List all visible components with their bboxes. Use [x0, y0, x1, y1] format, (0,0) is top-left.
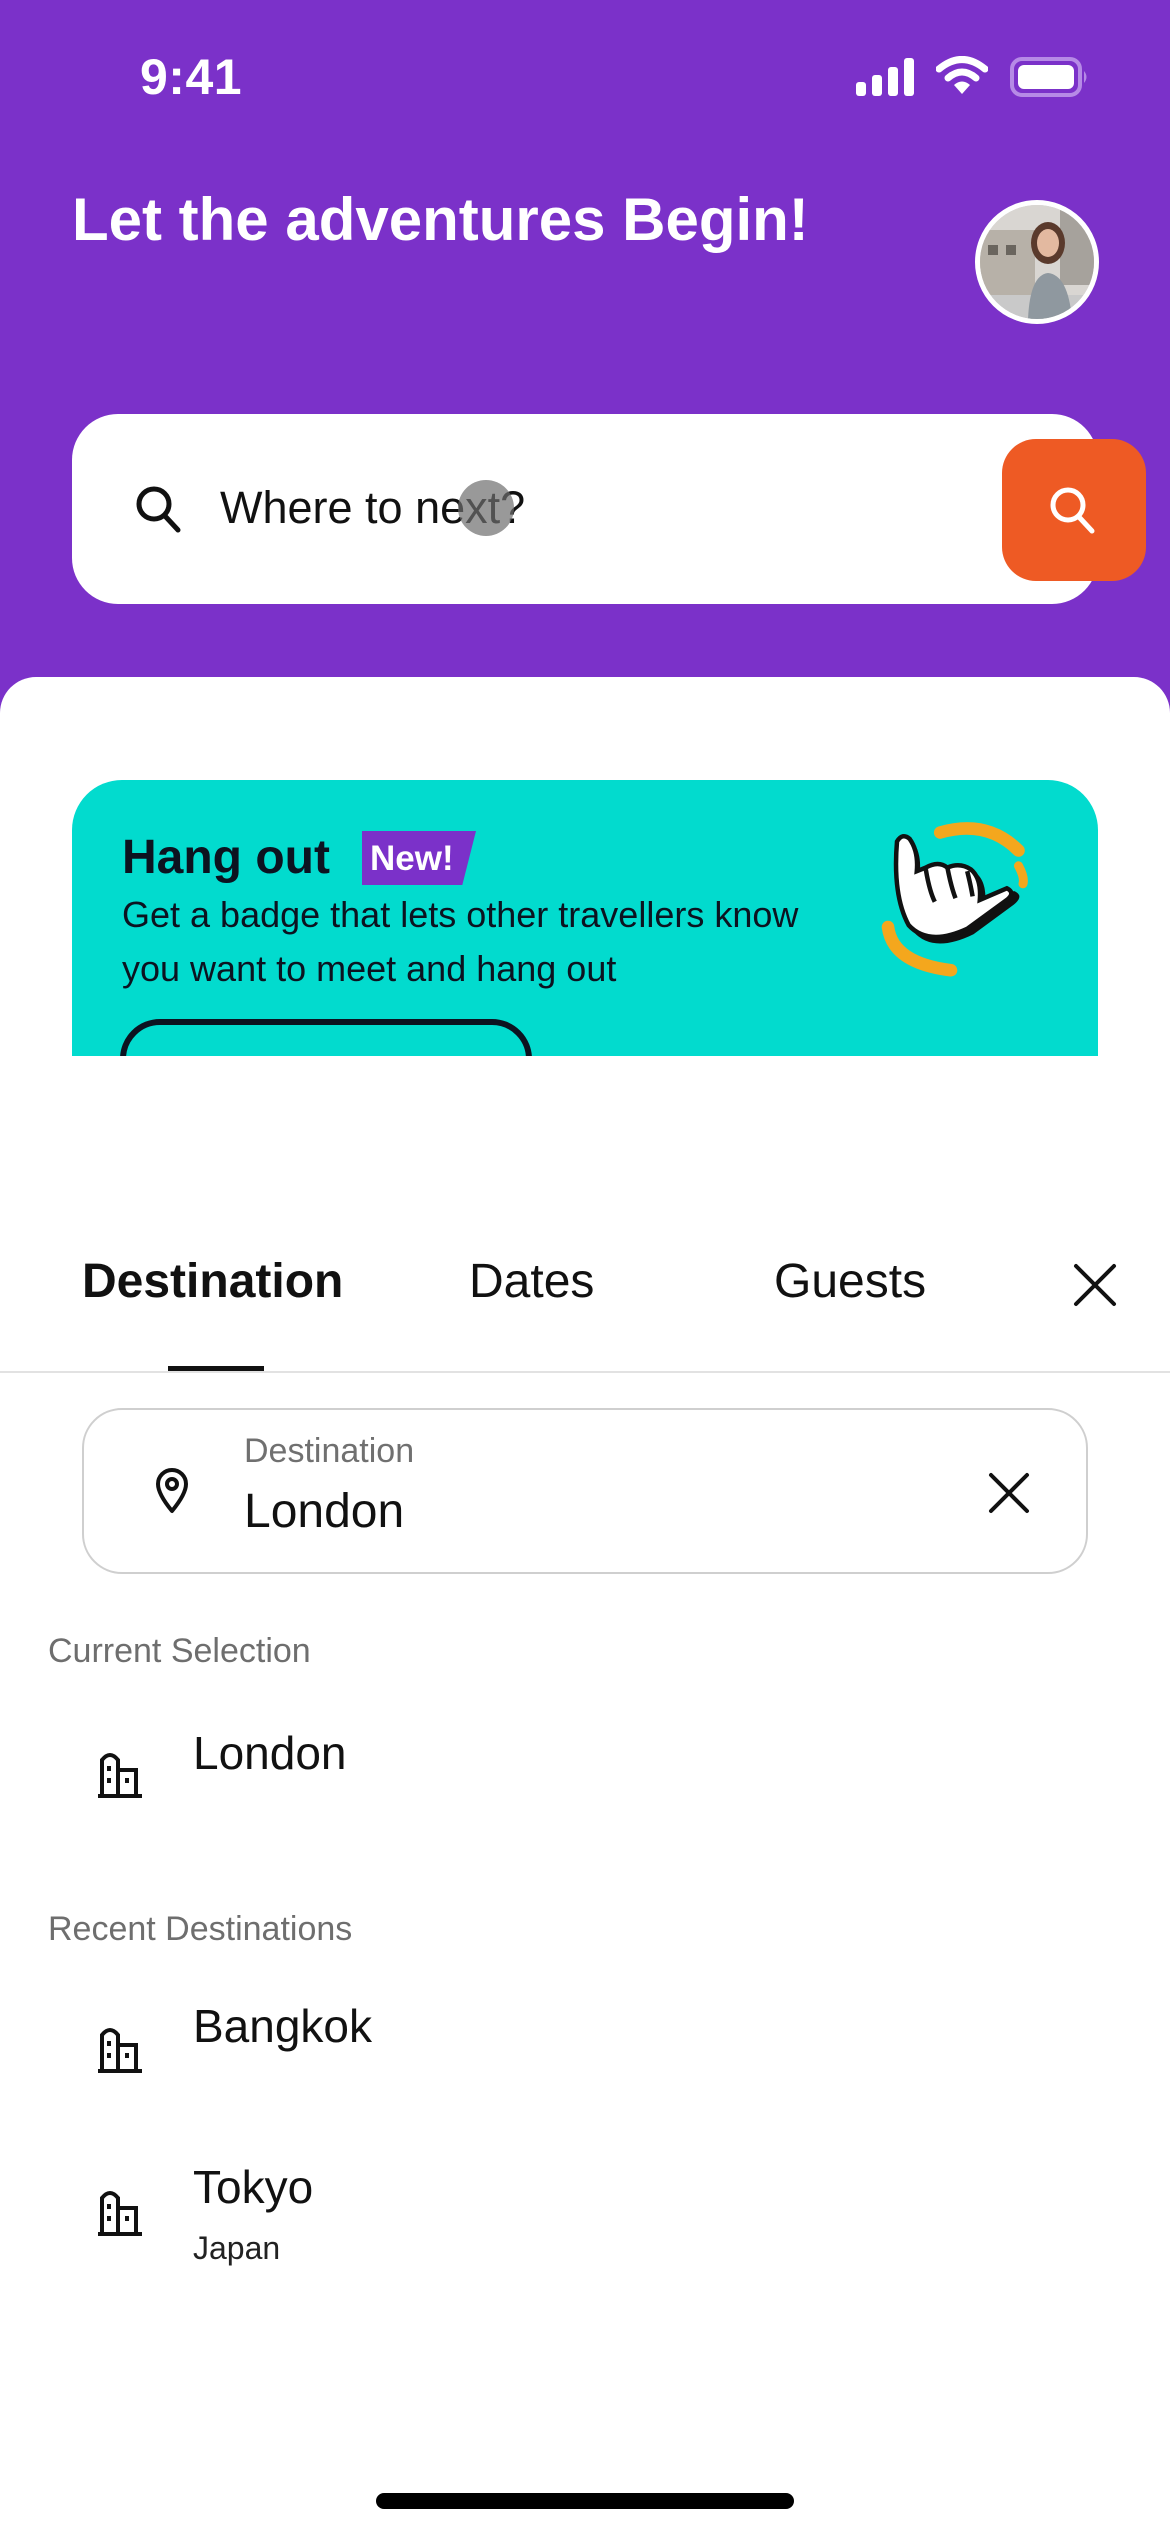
page-title: Let the adventures Begin!	[72, 186, 809, 253]
tab-destination[interactable]: Destination	[82, 1254, 343, 1309]
battery-icon	[1010, 57, 1087, 97]
signal-icon	[856, 58, 914, 96]
destination-input[interactable]: London	[244, 1484, 404, 1539]
home-indicator[interactable]	[376, 2493, 794, 2509]
close-icon[interactable]	[1068, 1258, 1122, 1312]
promo-description: Get a badge that lets other travellers k…	[122, 894, 799, 989]
new-badge-label: New!	[370, 839, 454, 878]
clear-icon[interactable]	[984, 1468, 1034, 1518]
promo-title: Hang out	[122, 831, 330, 884]
shaka-hand-icon	[881, 822, 1028, 977]
building-icon	[98, 2028, 142, 2073]
destination-field[interactable]: Destination London	[82, 1408, 1088, 1574]
list-item[interactable]: Tokyo Japan	[0, 2138, 1170, 2288]
new-badge: New!	[362, 831, 476, 885]
search-icon	[136, 486, 181, 533]
building-icon	[98, 1753, 142, 1798]
list-item[interactable]: London	[0, 1700, 1170, 1850]
status-time: 9:41	[140, 49, 243, 105]
list-item-title: Bangkok	[193, 2000, 373, 2052]
header: 9:41 Let the adventures Begin! Where to …	[0, 0, 1170, 720]
list-item-title: London	[193, 1727, 347, 1779]
avatar-photo	[980, 205, 1094, 319]
search-button[interactable]	[1002, 439, 1146, 581]
search-bar[interactable]: Where to next?	[72, 414, 1146, 604]
hang-out-promo-card[interactable]: Hang out New! Get a badge that lets othe…	[72, 780, 1098, 1056]
tabs-divider	[0, 1371, 1170, 1373]
destination-label: Destination	[244, 1432, 415, 1470]
current-selection-heading: Current Selection	[48, 1632, 311, 1670]
promo-cta-button[interactable]	[120, 1019, 532, 1056]
tab-guests[interactable]: Guests	[774, 1254, 926, 1309]
tab-dates[interactable]: Dates	[469, 1254, 594, 1309]
wifi-icon	[936, 56, 988, 94]
list-item-subtitle: Japan	[193, 2230, 281, 2266]
list-item-title: Tokyo	[193, 2161, 314, 2213]
building-icon	[98, 2191, 142, 2236]
booking-tabs: Destination Dates Guests	[0, 1240, 1170, 1372]
location-pin-icon	[156, 1468, 188, 1513]
recent-destinations-heading: Recent Destinations	[48, 1910, 353, 1948]
search-icon	[1050, 487, 1095, 534]
touch-indicator	[458, 480, 514, 536]
avatar[interactable]	[975, 200, 1099, 324]
list-item[interactable]: Bangkok	[0, 1975, 1170, 2125]
